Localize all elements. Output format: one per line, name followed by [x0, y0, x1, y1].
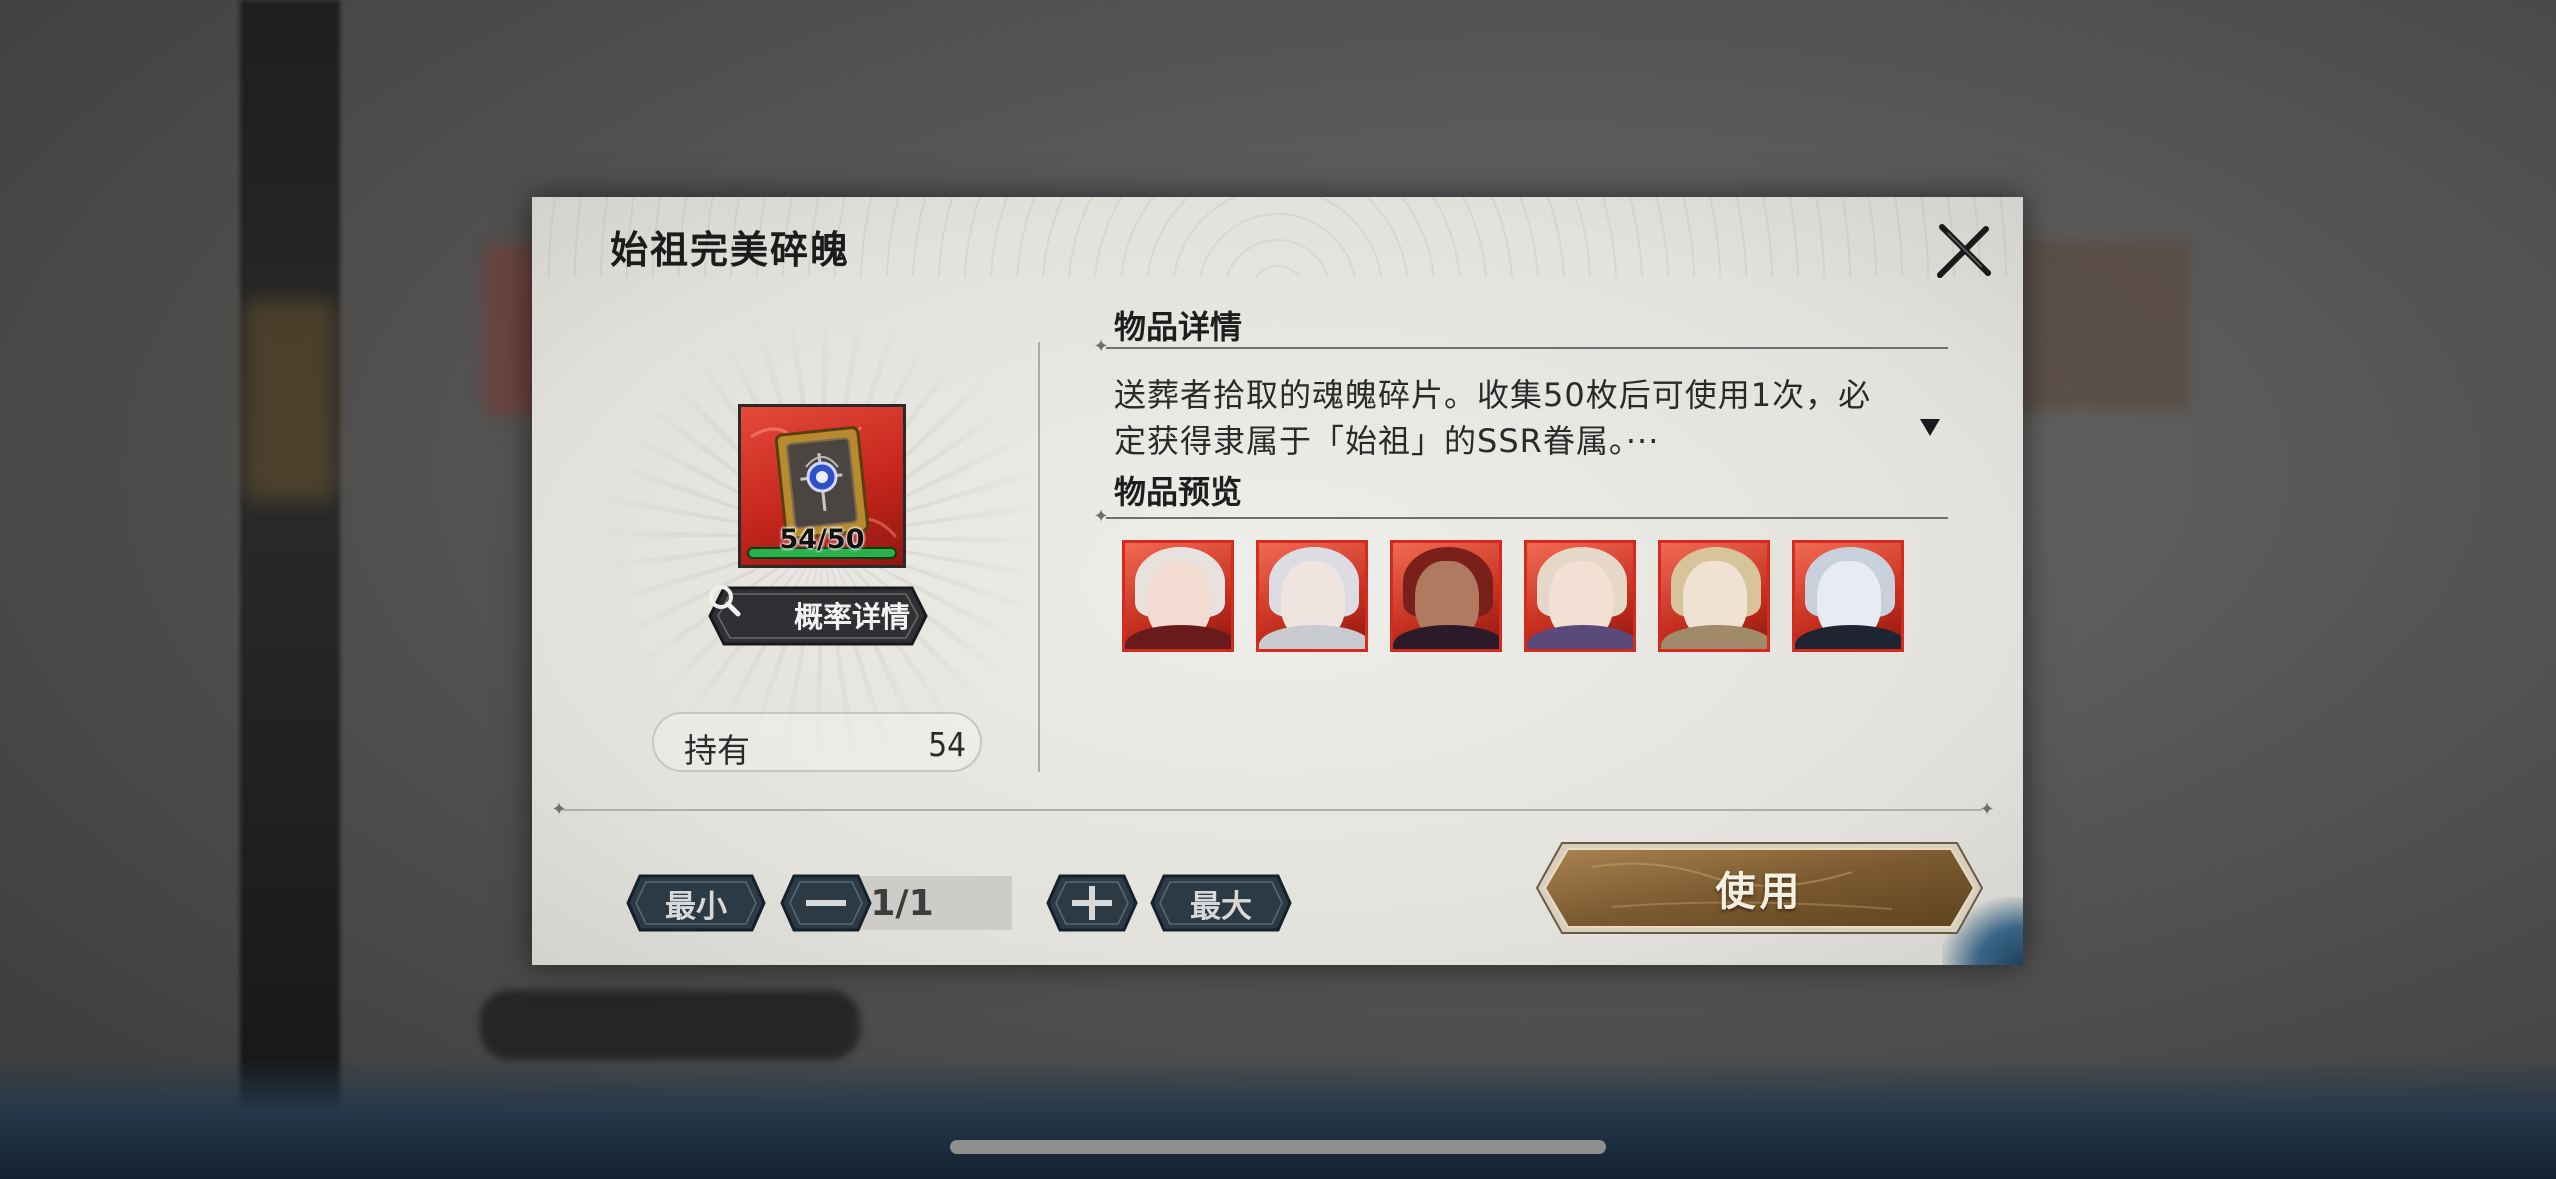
item-count: 54/50	[779, 524, 865, 555]
dialog-title: 始祖完美碎魄	[610, 227, 851, 272]
min-button-label: 最小	[665, 888, 727, 925]
details-title-underline	[1106, 347, 1948, 349]
description-line-1: 送葬者拾取的魂魄碎片。收集50枚后可使用1次，必	[1114, 376, 1872, 414]
preview-title: 物品预览	[1114, 473, 1243, 511]
preview-title-underline	[1106, 517, 1948, 519]
use-button-label: 使用	[1715, 868, 1804, 915]
column-divider	[1038, 342, 1040, 772]
max-button-label: 最大	[1190, 888, 1252, 925]
min-button[interactable]: 最小	[626, 872, 766, 934]
background-button	[480, 990, 860, 1060]
portrait-5[interactable]	[1658, 540, 1770, 652]
background-highlight	[245, 300, 335, 500]
portrait-4[interactable]	[1524, 540, 1636, 652]
home-indicator[interactable]	[950, 1140, 1606, 1154]
details-title: 物品详情	[1114, 308, 1243, 346]
odds-details-button[interactable]: 概率详情	[706, 582, 930, 650]
max-button[interactable]: 最大	[1150, 872, 1292, 934]
background-sidebar	[240, 0, 340, 1179]
portrait-1[interactable]	[1122, 540, 1234, 652]
description-line-2: 定获得隶属于「始祖」的SSR眷属。···	[1114, 422, 1660, 460]
close-x-icon	[1937, 224, 1991, 278]
item-icon[interactable]: 54/50	[738, 404, 906, 568]
item-description: 送葬者拾取的魂魄碎片。收集50枚后可使用1次，必 定获得隶属于「始祖」的SSR眷…	[1114, 372, 1914, 464]
owned-value: 54	[928, 725, 966, 764]
portrait-3[interactable]	[1390, 540, 1502, 652]
odds-button-label: 概率详情	[794, 600, 911, 634]
divider-star-icon: ✦	[551, 799, 567, 820]
use-button[interactable]: 使用	[1532, 837, 1987, 939]
close-button[interactable]	[1932, 219, 1996, 283]
item-dialog: 始祖完美碎魄 54/50 概率详情 持有 54 物品详情 ✦ 送葬者拾取的魂魄碎…	[532, 197, 2023, 965]
owned-label: 持有	[684, 731, 750, 770]
portrait-6[interactable]	[1792, 540, 1904, 652]
quantity-counter: 1/1	[870, 882, 934, 924]
divider-star-icon: ✦	[1979, 799, 1995, 820]
background-water	[0, 1059, 2556, 1179]
magnifier-icon	[709, 585, 741, 617]
portrait-2[interactable]	[1256, 540, 1368, 652]
chevron-down-icon[interactable]	[1920, 419, 1940, 436]
background-card	[2020, 240, 2190, 410]
plus-button[interactable]	[1046, 872, 1138, 934]
owned-count-field: 持有 54	[652, 712, 982, 772]
footer-divider	[562, 809, 1982, 811]
plus-icon	[1046, 874, 1138, 932]
